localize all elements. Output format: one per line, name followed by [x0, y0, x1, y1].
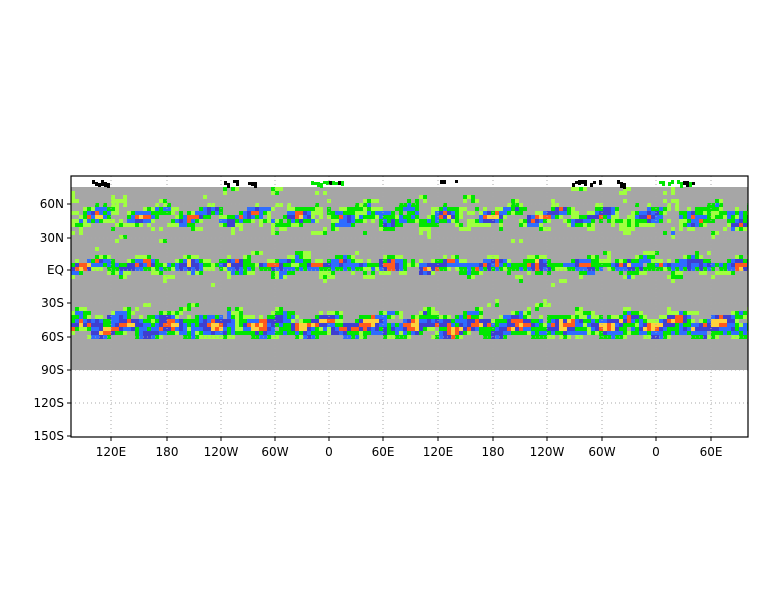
- y-axis-label: 120S: [33, 396, 64, 410]
- x-axis-label: 0: [652, 445, 660, 459]
- x-axis-label: 60E: [372, 445, 395, 459]
- y-axis-label: 60N: [40, 197, 64, 211]
- map-figure: 60N 30N EQ 30S 60S 90S 120S 150S 120E 180 120W 60W 0…: [0, 0, 784, 612]
- x-axis-label: 60W: [588, 445, 615, 459]
- y-axis-label: 30N: [40, 231, 64, 245]
- x-axis-label: 60E: [700, 445, 723, 459]
- x-axis-label: 120W: [530, 445, 565, 459]
- y-axis-label: 30S: [41, 296, 64, 310]
- x-axis-label: 120W: [204, 445, 239, 459]
- x-axis-label: 0: [325, 445, 333, 459]
- y-axis-label: EQ: [47, 263, 64, 277]
- x-axis-label: 120E: [96, 445, 127, 459]
- x-axis-label: 60W: [261, 445, 288, 459]
- x-axis-label: 120E: [423, 445, 454, 459]
- x-axis-label: 180: [156, 445, 179, 459]
- precipitation-field: [71, 180, 748, 370]
- y-axis-label: 90S: [41, 363, 64, 377]
- x-axis-label: 180: [482, 445, 505, 459]
- y-axis-label: 60S: [41, 330, 64, 344]
- y-axis-label: 150S: [33, 429, 64, 443]
